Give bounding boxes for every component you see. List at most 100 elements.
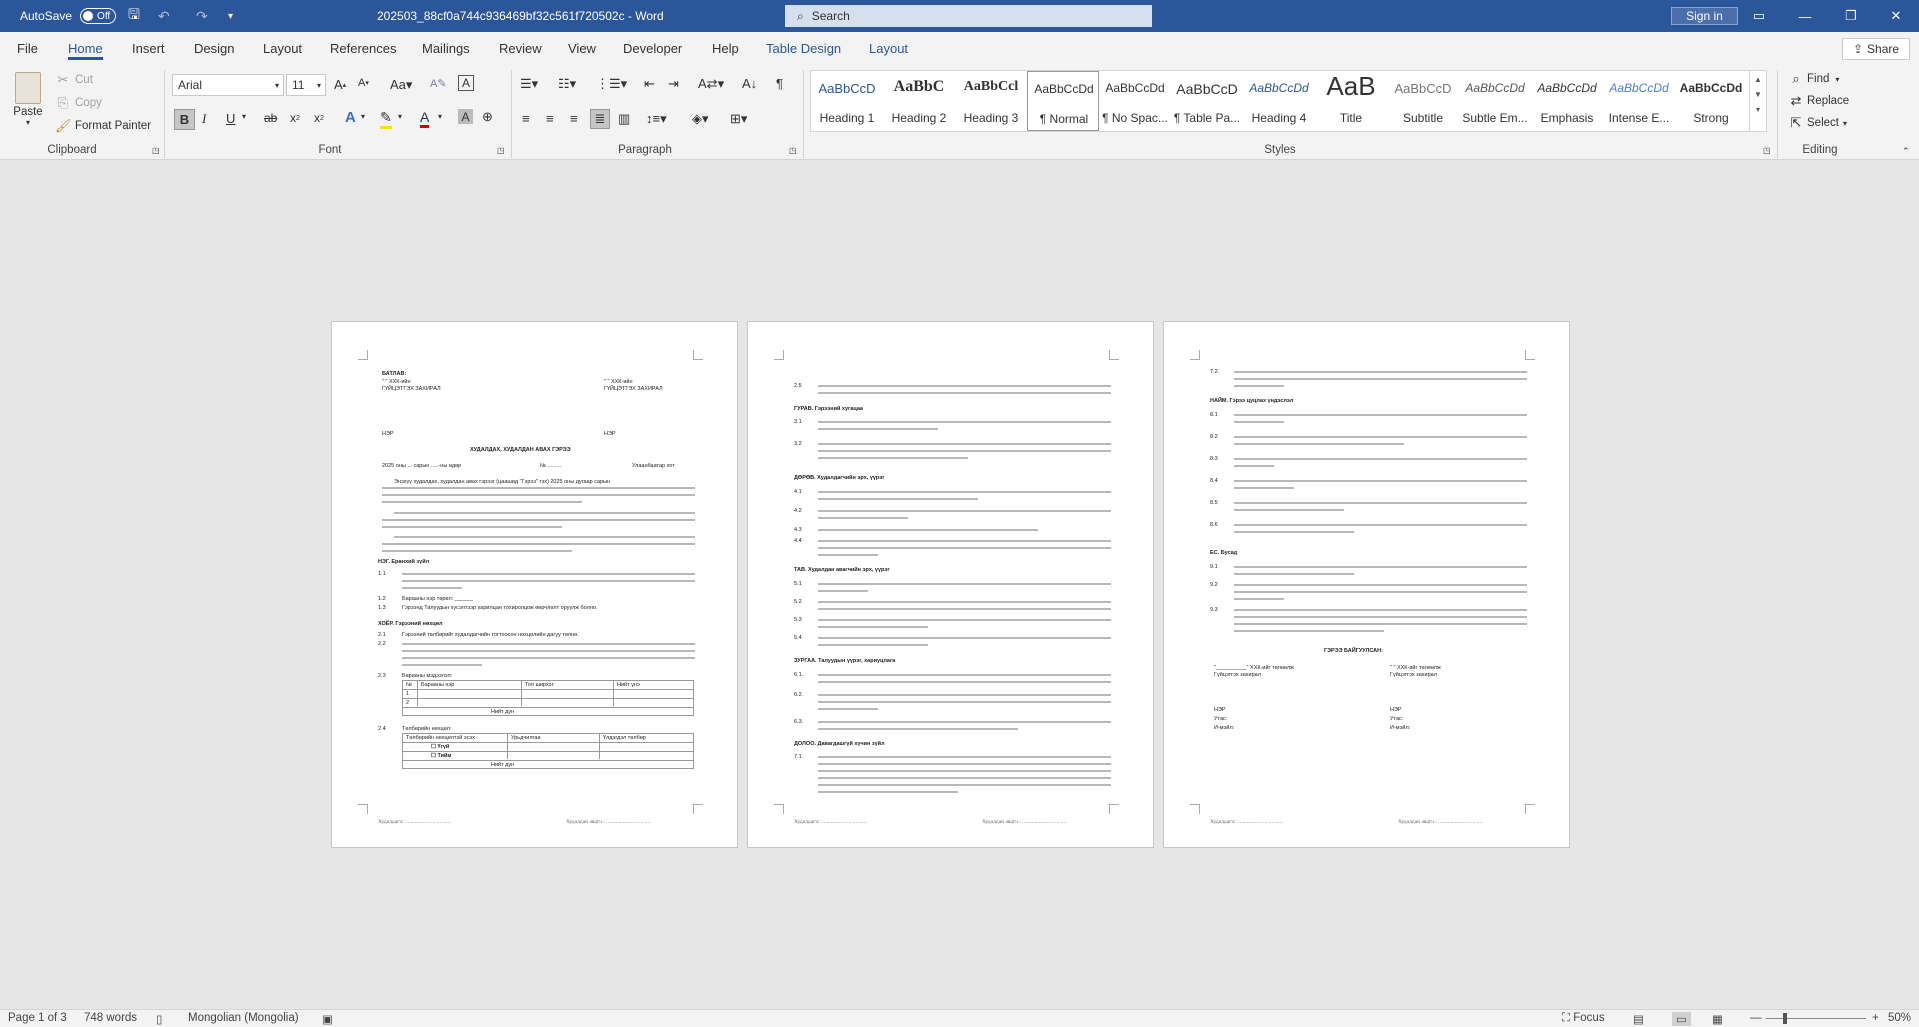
style-heading-2[interactable]: AaBbC Heading 2 [883, 71, 955, 131]
style-emphasis[interactable]: AaBbCcDd Emphasis [1531, 71, 1603, 131]
style-heading-4[interactable]: AaBbCcDd Heading 4 [1243, 71, 1315, 131]
superscript-button[interactable]: x2 [314, 111, 324, 125]
font-color-icon[interactable]: A [420, 109, 430, 128]
style-normal[interactable]: AaBbCcDd ¶ Normal [1027, 71, 1099, 131]
redo-icon[interactable]: ↷ [196, 0, 208, 32]
autosave-toggle[interactable]: Off [80, 8, 117, 24]
underline-button[interactable]: U [226, 111, 235, 126]
style-heading-3[interactable]: AaBbCcl Heading 3 [955, 71, 1027, 131]
highlight-icon[interactable]: ✎ [380, 109, 392, 129]
style-subtitle[interactable]: AaBbCcD Subtitle [1387, 71, 1459, 131]
share-button[interactable]: ⇪ Share [1842, 38, 1910, 60]
tab-view[interactable]: View [568, 32, 596, 64]
styles-scroll[interactable]: ▲ ▼ ▾ [1749, 71, 1766, 131]
multilevel-list-icon[interactable]: ⋮☰▾ [596, 76, 627, 92]
style-no-spacing[interactable]: AaBbCcDd ¶ No Spac... [1099, 71, 1171, 131]
tab-home[interactable]: Home [68, 32, 103, 64]
bold-button[interactable]: B [174, 109, 195, 130]
format-painter-button[interactable]: 🖌 Format Painter [55, 118, 151, 134]
restore-icon[interactable]: ❐ [1828, 0, 1874, 32]
ribbon-display-icon[interactable]: ▭ [1736, 0, 1782, 32]
style-strong[interactable]: AaBbCcDd Strong [1675, 71, 1747, 131]
align-left-icon[interactable]: ≡ [522, 111, 530, 126]
bullets-icon[interactable]: ☰▾ [520, 76, 538, 92]
customize-toolbar-icon[interactable]: ▾ [228, 0, 233, 32]
shading-icon[interactable]: ◈▾ [692, 111, 709, 127]
tab-developer[interactable]: Developer [623, 32, 682, 64]
line-spacing-icon[interactable]: ↕≡▾ [646, 111, 667, 127]
tab-help[interactable]: Help [712, 32, 739, 64]
save-icon[interactable]: 🖫 [128, 0, 140, 32]
style-intense-emphasis[interactable]: AaBbCcDd Intense E... [1603, 71, 1675, 131]
clear-formatting-icon[interactable]: A✎ [430, 77, 447, 90]
decrease-indent-icon[interactable]: ⇤ [644, 76, 655, 92]
cut-button[interactable]: ✂ Cut [55, 72, 93, 88]
undo-icon[interactable]: ↶ [158, 0, 170, 32]
replace-button[interactable]: ⇄ Replace [1788, 93, 1850, 109]
collapse-ribbon-icon[interactable]: ⌃ [1902, 146, 1910, 157]
font-launcher-icon[interactable]: ◳ [497, 146, 505, 155]
web-layout-icon[interactable]: ▦ [1712, 1012, 1723, 1026]
page-1[interactable]: БАТЛАВ: " " ХХК-ийн ГҮЙЦЭТГЭХ ЗАХИРАЛ " … [331, 321, 738, 848]
find-button[interactable]: ⌕ Find ▾ [1788, 71, 1839, 87]
zoom-level[interactable]: 50% [1888, 1012, 1911, 1024]
tab-insert[interactable]: Insert [132, 32, 165, 64]
tab-file[interactable]: File [17, 32, 38, 64]
distributed-icon[interactable]: ▥ [618, 111, 630, 127]
clipboard-launcher-icon[interactable]: ◳ [152, 146, 160, 155]
font-name-dropdown[interactable]: Arial ▾ [172, 74, 284, 96]
autosave[interactable]: AutoSave Off [20, 0, 117, 32]
borders-icon[interactable]: ⊞▾ [730, 111, 747, 127]
style-subtle-emphasis[interactable]: AaBbCcDd Subtle Em... [1459, 71, 1531, 131]
highlight-dropdown-icon[interactable]: ▾ [398, 112, 402, 121]
copy-button[interactable]: ⎘ Copy [55, 95, 102, 111]
paragraph-launcher-icon[interactable]: ◳ [789, 146, 797, 155]
asian-layout-icon[interactable]: A⇄▾ [698, 76, 724, 92]
text-effects-dropdown-icon[interactable]: ▾ [361, 112, 365, 121]
page-count[interactable]: Page 1 of 3 [8, 1012, 67, 1024]
shrink-font-icon[interactable]: A ▾ [358, 77, 369, 89]
subscript-button[interactable]: x2 [290, 111, 300, 125]
style-heading-1[interactable]: AaBbCcD Heading 1 [811, 71, 883, 131]
style-title[interactable]: AaB Title [1315, 71, 1387, 131]
word-count[interactable]: 748 words [84, 1012, 137, 1024]
search-box[interactable]: ⌕ Search [785, 5, 1152, 27]
proofing-icon[interactable]: ▯ [156, 1012, 162, 1026]
grow-font-icon[interactable]: A ▴ [334, 77, 346, 92]
tab-mailings[interactable]: Mailings [422, 32, 470, 64]
sign-in-button[interactable]: Sign in [1671, 7, 1738, 25]
change-case-icon[interactable]: Aa▾ [390, 77, 412, 93]
align-center-icon[interactable]: ≡ [546, 111, 554, 126]
close-icon[interactable]: ✕ [1873, 0, 1919, 32]
paste-button[interactable]: Paste ▾ [12, 72, 44, 127]
checkbox-no[interactable]: ☐ Үгүй [431, 744, 449, 750]
character-shading-icon[interactable]: A [458, 109, 473, 124]
page-2[interactable]: 2.5 ГУРАВ. Гэрээний хугацаа 3.1 3.2 ДӨРӨ… [747, 321, 1154, 848]
focus-button[interactable]: ⛶ Focus [1562, 1012, 1605, 1025]
select-button[interactable]: ⇱ Select ▾ [1788, 115, 1847, 131]
tab-review[interactable]: Review [499, 32, 542, 64]
tab-table-layout[interactable]: Layout [869, 32, 908, 64]
tab-design[interactable]: Design [194, 32, 234, 64]
zoom-out-button[interactable]: — [1750, 1012, 1762, 1024]
text-border-icon[interactable]: A [458, 75, 474, 91]
tab-table-design[interactable]: Table Design [766, 32, 841, 64]
numbering-icon[interactable]: ☷▾ [558, 76, 576, 92]
show-marks-icon[interactable]: ¶ [776, 76, 783, 91]
zoom-in-button[interactable]: + [1872, 1012, 1879, 1024]
font-size-dropdown[interactable]: 11 ▾ [286, 74, 326, 96]
zoom-slider-thumb[interactable] [1783, 1013, 1787, 1024]
underline-dropdown-icon[interactable]: ▾ [242, 112, 246, 121]
macro-icon[interactable]: ▣ [322, 1012, 333, 1026]
print-layout-icon[interactable]: ▭ [1672, 1012, 1691, 1026]
page-3[interactable]: 7.2. НАЙМ. Гэрээ цуцлах үндэслэл 8.1 8.2… [1163, 321, 1570, 848]
justify-icon[interactable]: ≣ [590, 109, 610, 129]
checkbox-yes[interactable]: ☐ Тийм [431, 753, 451, 759]
tab-layout[interactable]: Layout [263, 32, 302, 64]
zoom-slider[interactable] [1766, 1018, 1866, 1019]
styles-launcher-icon[interactable]: ◳ [1763, 146, 1771, 155]
minimize-icon[interactable]: — [1782, 0, 1828, 32]
font-color-dropdown-icon[interactable]: ▾ [438, 112, 442, 121]
text-effects-icon[interactable]: A [345, 109, 356, 126]
sort-icon[interactable]: A↓ [742, 76, 757, 91]
